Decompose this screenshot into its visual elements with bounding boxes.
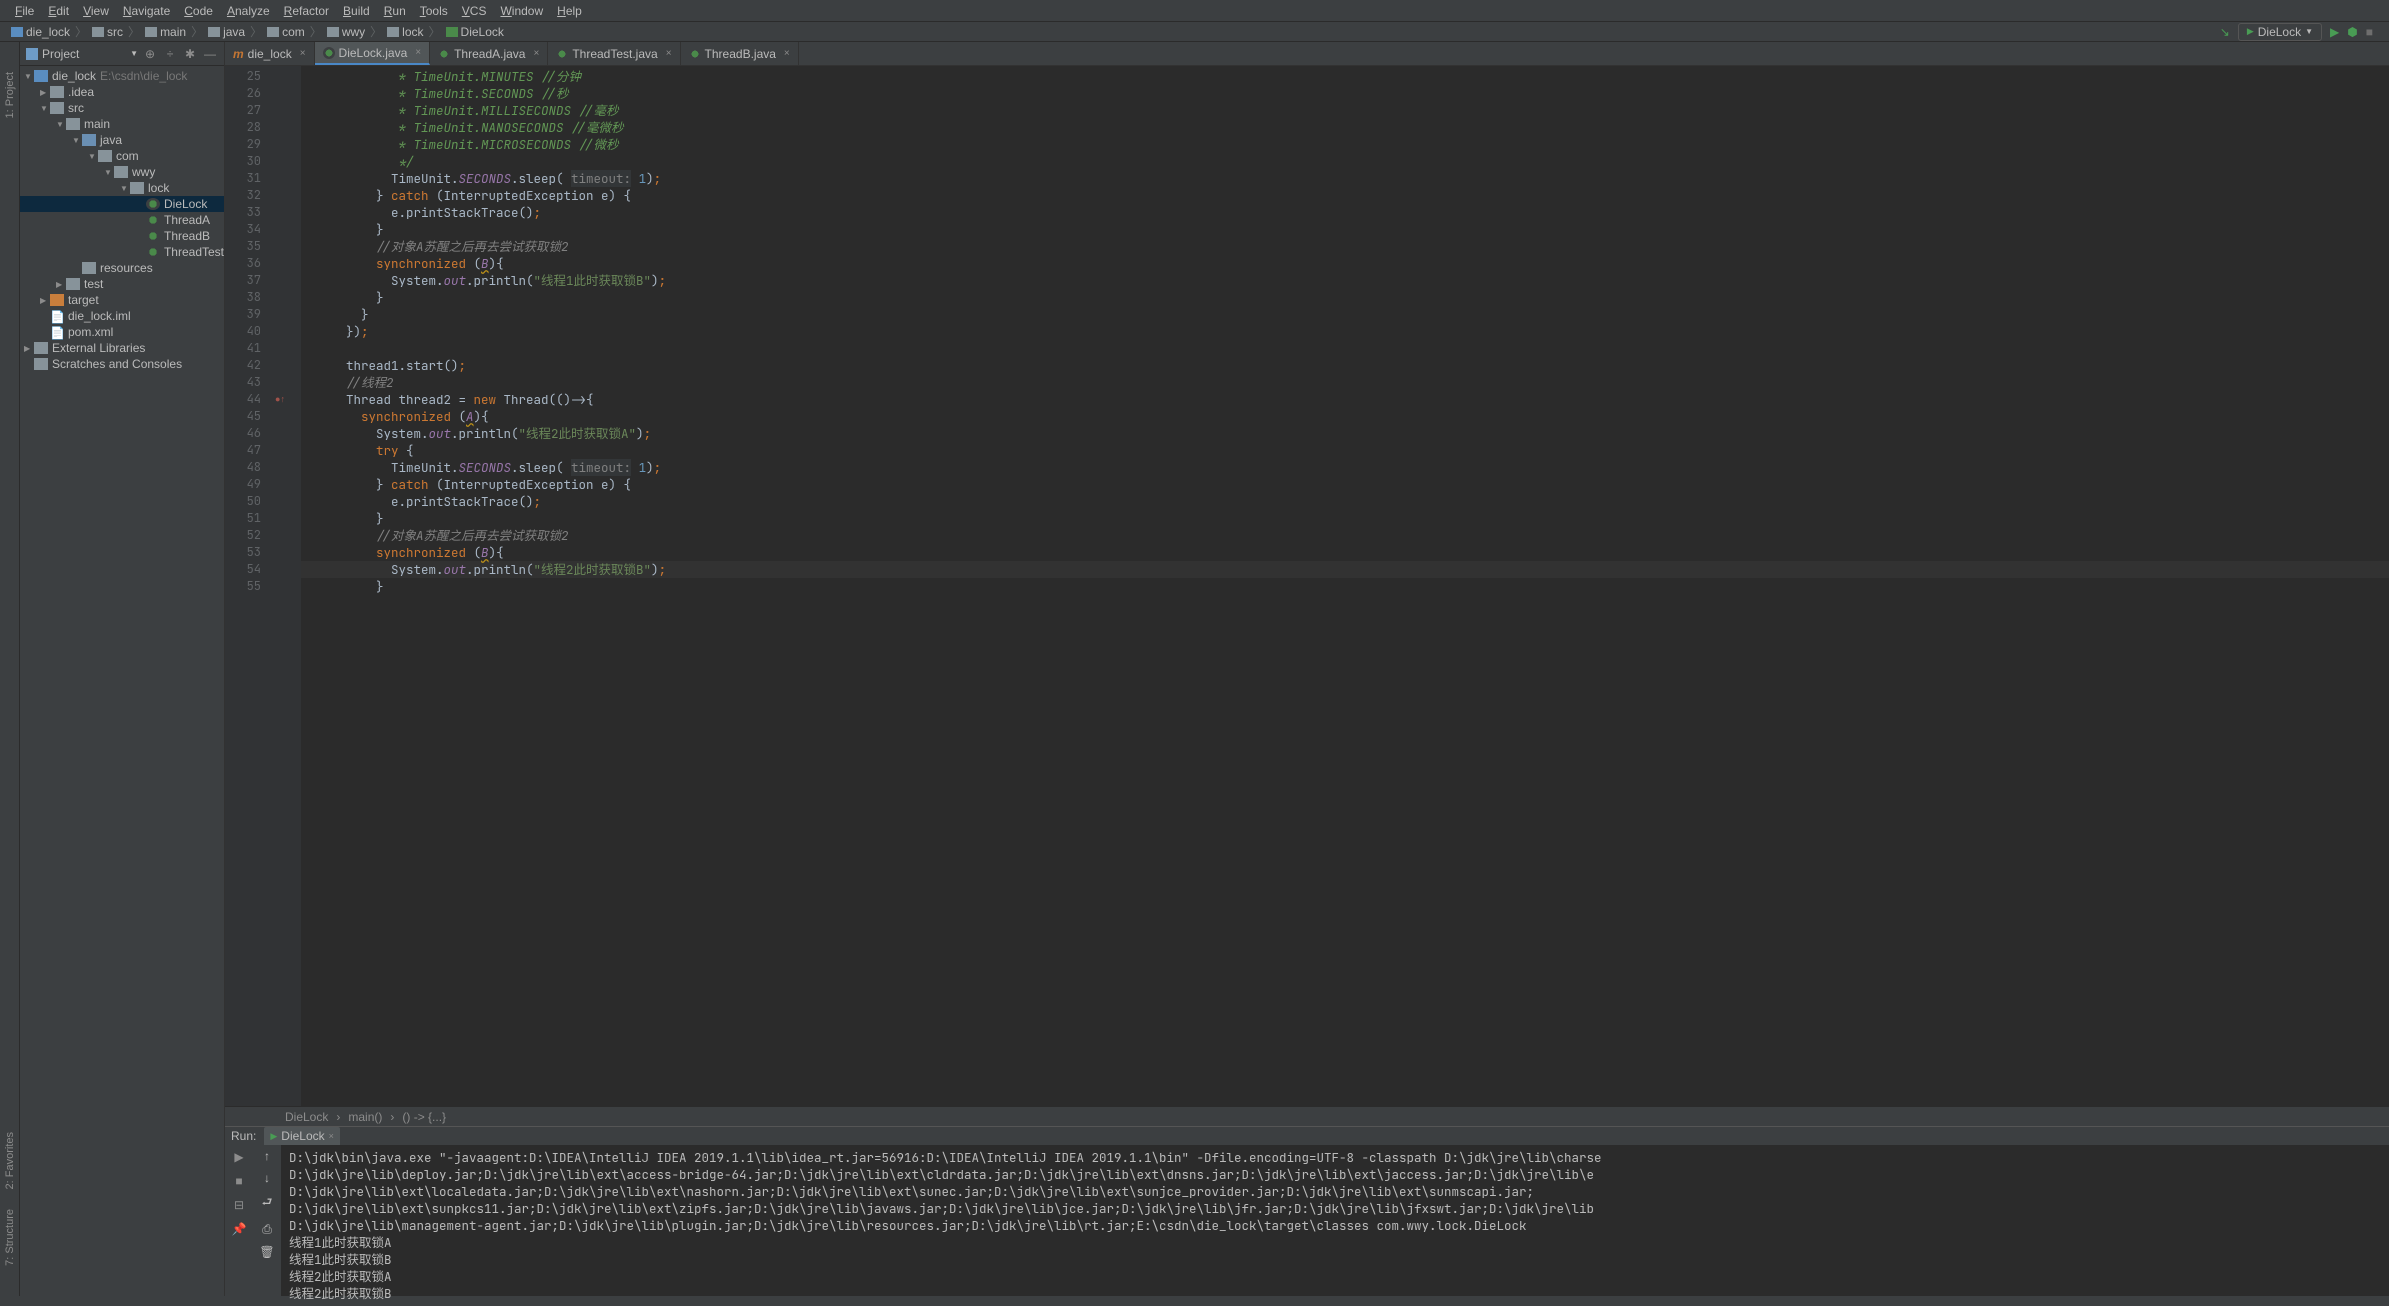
console-output[interactable]: D:\jdk\bin\java.exe "-javaagent:D:\IDEA\… <box>281 1145 2389 1306</box>
status-crumb-lambda[interactable]: () -> {...} <box>402 1110 446 1124</box>
stop-icon[interactable]: ■ <box>231 1173 247 1189</box>
code-area[interactable]: * TimeUnit.MINUTES //分钟 * TimeUnit.SECON… <box>301 66 2389 1106</box>
tree-item-java[interactable]: ▼java <box>20 132 224 148</box>
down-icon[interactable]: ↓ <box>264 1171 270 1185</box>
breadcrumb-main[interactable]: main <box>142 25 189 39</box>
tree-item-main[interactable]: ▼main <box>20 116 224 132</box>
tree-item-pom-xml[interactable]: 📄pom.xml <box>20 324 224 340</box>
tree-item-com[interactable]: ▼com <box>20 148 224 164</box>
breadcrumb-src[interactable]: src <box>89 25 126 39</box>
tree-item-dielock[interactable]: DieLock <box>20 196 224 212</box>
rerun-icon[interactable]: ▶ <box>231 1149 247 1165</box>
side-tab-favorites[interactable]: 2: Favorites <box>4 1132 16 1189</box>
menu-vcs[interactable]: VCS <box>455 4 494 18</box>
fold-gutter[interactable] <box>287 66 301 1106</box>
collapse-icon[interactable]: ⊕ <box>142 46 158 62</box>
run-tw-toolbar-left2: ↑ ↓ ⮐ ⎙ 🗑 <box>253 1145 281 1306</box>
print-icon[interactable]: ⎙ <box>262 1222 272 1237</box>
run-tw-tab[interactable]: ▶ DieLock × <box>264 1127 340 1145</box>
annotation-gutter: ●↑ <box>273 66 287 1106</box>
menu-navigate[interactable]: Navigate <box>116 4 177 18</box>
tree-item-threadb[interactable]: ThreadB <box>20 228 224 244</box>
pin-icon[interactable]: 📌 <box>231 1221 247 1237</box>
editor-tab-bar: mdie_lock×DieLock.java×ThreadA.java×Thre… <box>225 42 2389 66</box>
tree-item-resources[interactable]: resources <box>20 260 224 276</box>
tree-item-die_lock[interactable]: ▼die_lockE:\csdn\die_lock <box>20 68 224 84</box>
debug-button-icon[interactable]: ⬢ <box>2347 25 2357 39</box>
menu-edit[interactable]: Edit <box>41 4 76 18</box>
editor-tab-threadtest-java[interactable]: ThreadTest.java× <box>548 42 680 65</box>
menu-bar: FileEditViewNavigateCodeAnalyzeRefactorB… <box>0 0 2389 22</box>
menu-code[interactable]: Code <box>177 4 220 18</box>
editor-status-crumb: DieLock › main() › () -> {...} <box>225 1106 2389 1126</box>
stop-button-icon[interactable]: ■ <box>2366 25 2373 39</box>
tree-item-external-libraries[interactable]: ▶External Libraries <box>20 340 224 356</box>
breadcrumb: die_lock〉src〉main〉java〉com〉wwy〉lock〉DieL… <box>8 23 2220 40</box>
editor-tab-die_lock[interactable]: mdie_lock× <box>225 42 315 65</box>
status-crumb-method[interactable]: main() <box>348 1110 382 1124</box>
menu-file[interactable]: File <box>8 4 41 18</box>
divider-icon[interactable]: ÷ <box>162 46 178 62</box>
breadcrumb-com[interactable]: com <box>264 25 308 39</box>
breadcrumb-wwy[interactable]: wwy <box>324 25 368 39</box>
tree-item-test[interactable]: ▶test <box>20 276 224 292</box>
tree-item-target[interactable]: ▶target <box>20 292 224 308</box>
run-button-icon[interactable]: ▶ <box>2330 25 2339 39</box>
menu-window[interactable]: Window <box>493 4 550 18</box>
run-tw-toolbar-left: ▶ ■ ⊟ 📌 <box>225 1145 253 1306</box>
menu-refactor[interactable]: Refactor <box>277 4 336 18</box>
tree-item-threada[interactable]: ThreadA <box>20 212 224 228</box>
menu-analyze[interactable]: Analyze <box>220 4 277 18</box>
breadcrumb-java[interactable]: java <box>205 25 248 39</box>
side-tab-structure[interactable]: 7: Structure <box>4 1209 16 1266</box>
editor-tab-threada-java[interactable]: ThreadA.java× <box>430 42 548 65</box>
tree-item-wwy[interactable]: ▼wwy <box>20 164 224 180</box>
line-number-gutter: 2526272829303132333435363738394041424344… <box>225 66 273 1106</box>
run-tool-window: Run: ▶ DieLock × ▶ ■ ⊟ 📌 ↑ ↓ ⮐ <box>225 1126 2389 1296</box>
project-pane-title[interactable]: Project <box>42 47 126 61</box>
back-green-icon[interactable]: ↘ <box>2220 25 2230 39</box>
left-side-tabs: 1: Project 2: Favorites 7: Structure <box>0 42 20 1296</box>
menu-tools[interactable]: Tools <box>413 4 455 18</box>
menu-view[interactable]: View <box>76 4 116 18</box>
tree-item-die_lock-iml[interactable]: 📄die_lock.iml <box>20 308 224 324</box>
menu-run[interactable]: Run <box>377 4 413 18</box>
run-config-selector[interactable]: ▶ DieLock ▼ <box>2238 23 2322 41</box>
up-icon[interactable]: ↑ <box>264 1149 270 1163</box>
breadcrumb-dielock[interactable]: DieLock <box>443 25 507 39</box>
tree-item--idea[interactable]: ▶.idea <box>20 84 224 100</box>
editor-tab-dielock-java[interactable]: DieLock.java× <box>315 42 431 65</box>
tree-item-threadtest[interactable]: ThreadTest <box>20 244 224 260</box>
status-crumb-class[interactable]: DieLock <box>285 1110 328 1124</box>
project-pane-header: Project ▼ ⊕ ÷ ✱ — <box>20 42 224 66</box>
project-tool-window: Project ▼ ⊕ ÷ ✱ — ▼die_lockE:\csdn\die_l… <box>20 42 225 1296</box>
soft-wrap-icon[interactable]: ⮐ <box>262 1193 273 1214</box>
tree-item-scratches-and-consoles[interactable]: Scratches and Consoles <box>20 356 224 372</box>
run-tw-title: Run: <box>231 1129 256 1143</box>
menu-build[interactable]: Build <box>336 4 377 18</box>
layout-icon[interactable]: ⊟ <box>231 1197 247 1213</box>
breadcrumb-lock[interactable]: lock <box>384 25 426 39</box>
editor-area: mdie_lock×DieLock.java×ThreadA.java×Thre… <box>225 42 2389 1296</box>
hide-icon[interactable]: — <box>202 46 218 62</box>
navigation-bar: die_lock〉src〉main〉java〉com〉wwy〉lock〉DieL… <box>0 22 2389 42</box>
tree-item-src[interactable]: ▼src <box>20 100 224 116</box>
menu-help[interactable]: Help <box>550 4 589 18</box>
editor-content[interactable]: 2526272829303132333435363738394041424344… <box>225 66 2389 1106</box>
project-tree[interactable]: ▼die_lockE:\csdn\die_lock▶.idea▼src▼main… <box>20 66 224 1296</box>
clear-icon[interactable]: 🗑 <box>259 1245 274 1259</box>
editor-tab-threadb-java[interactable]: ThreadB.java× <box>681 42 799 65</box>
tree-item-lock[interactable]: ▼lock <box>20 180 224 196</box>
gear-icon[interactable]: ✱ <box>182 46 198 62</box>
breadcrumb-die_lock[interactable]: die_lock <box>8 25 73 39</box>
side-tab-project[interactable]: 1: Project <box>4 72 16 118</box>
